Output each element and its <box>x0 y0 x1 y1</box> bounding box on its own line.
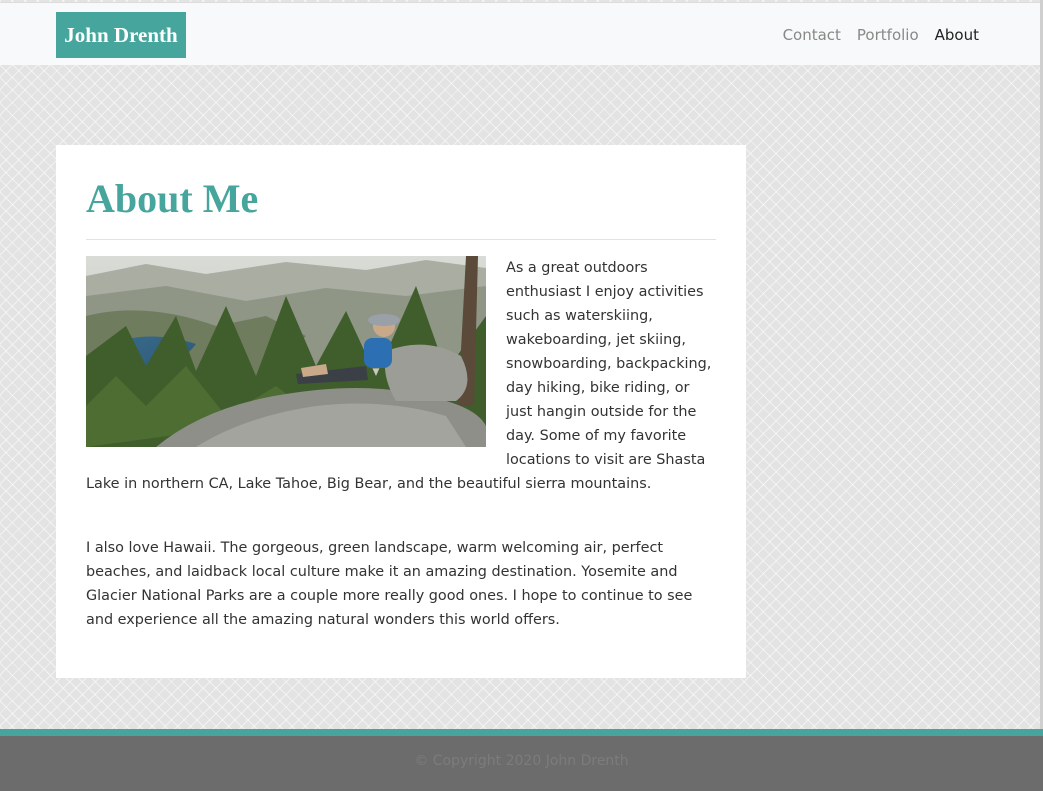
nav-link-about[interactable]: About <box>935 26 979 44</box>
brand-logo[interactable]: John Drenth <box>56 12 186 58</box>
nav-link-portfolio[interactable]: Portfolio <box>857 26 919 44</box>
footer: © Copyright 2020 John Drenth <box>0 729 1043 791</box>
hiker-photo <box>86 256 486 447</box>
about-paragraph-2: I also love Hawaii. The gorgeous, green … <box>86 540 693 628</box>
page-title: About Me <box>86 175 716 240</box>
nav-menu: Contact Portfolio About <box>783 3 979 66</box>
about-card: About Me As a great outdoors enthusiast … <box>56 145 746 678</box>
navbar: John Drenth Contact Portfolio About <box>0 2 1043 65</box>
copyright-text: © Copyright 2020 John Drenth <box>414 753 629 769</box>
nav-link-contact[interactable]: Contact <box>783 26 841 44</box>
